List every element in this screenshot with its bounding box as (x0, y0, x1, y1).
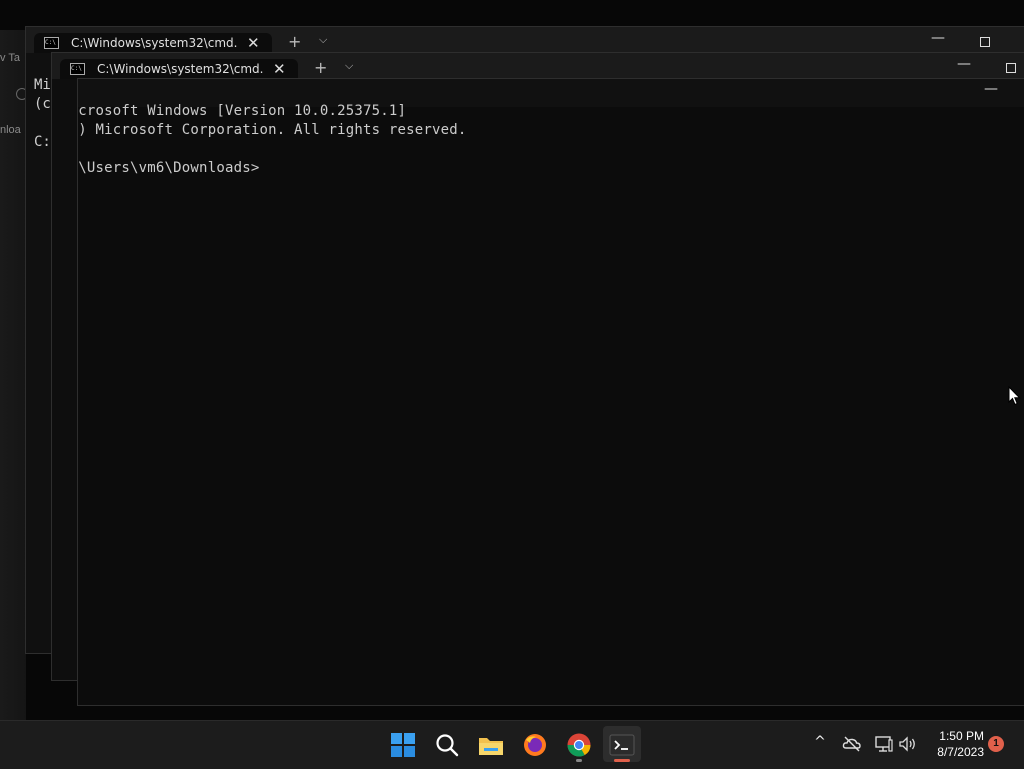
console-fragment: (c (34, 96, 51, 112)
console-fragment: Mi (34, 77, 51, 93)
search-icon[interactable] (433, 731, 461, 759)
tab-strip: C:\ C:\Windows\system32\cmd.e ✕ + ⌵ — (52, 53, 1024, 79)
close-tab-button[interactable]: ✕ (247, 34, 260, 52)
tab-title: C:\Windows\system32\cmd.e (97, 62, 263, 76)
maximize-button[interactable] (1006, 63, 1016, 73)
close-tab-button[interactable]: ✕ (273, 60, 286, 78)
cmd-icon: C:\ (44, 37, 59, 49)
tab-dropdown-button[interactable]: ⌵ (319, 33, 327, 47)
onedrive-offline-icon[interactable] (842, 734, 862, 754)
notification-badge[interactable]: 1 (988, 736, 1004, 752)
maximize-button[interactable] (980, 37, 990, 47)
cmd-icon: C:\ (70, 63, 85, 75)
terminal-tab[interactable]: C:\ C:\Windows\system32\cmd.e ✕ (60, 59, 298, 79)
start-icon[interactable] (389, 731, 417, 759)
mouse-cursor-icon (1008, 386, 1021, 406)
active-indicator (614, 759, 630, 762)
terminal-icon[interactable] (608, 731, 636, 759)
new-tab-button[interactable]: + (314, 58, 327, 77)
firefox-icon[interactable] (521, 731, 549, 759)
background-app-window[interactable]: v Ta nloa (0, 30, 28, 720)
console-fragment: C: (34, 134, 51, 150)
volume-icon[interactable] (898, 734, 918, 754)
command-prompt[interactable]: C:\Users\vm6\Downloads> (78, 160, 259, 176)
tab-strip: C:\ C:\Windows\system32\cmd.e ✕ + ⌵ — (26, 27, 1024, 53)
taskbar (0, 720, 1024, 769)
terminal-tab[interactable]: C:\ C:\Windows\system32\cmd.e ✕ (34, 33, 272, 53)
terminal-window-front[interactable]: — Microsoft Windows [Version 10.0.25375.… (77, 78, 1024, 706)
minimize-button[interactable]: — (984, 81, 998, 97)
tab-title: C:\Windows\system32\cmd.e (71, 36, 237, 50)
new-tab-button[interactable]: + (288, 32, 301, 51)
chrome-icon[interactable] (565, 731, 593, 759)
clock-date[interactable]: 8/7/2023 (922, 745, 984, 759)
clock-time[interactable]: 1:50 PM (922, 729, 984, 743)
tab-dropdown-button[interactable]: ⌵ (345, 59, 353, 73)
minimize-button[interactable]: — (957, 56, 971, 72)
network-icon[interactable] (874, 734, 894, 754)
file-explorer-icon[interactable] (477, 731, 505, 759)
console-line: (c) Microsoft Corporation. All rights re… (77, 122, 467, 138)
console-line: Microsoft Windows [Version 10.0.25375.1] (77, 103, 407, 119)
background-tab-text: v Ta (0, 52, 20, 64)
minimize-button[interactable]: — (931, 30, 945, 46)
running-indicator (576, 759, 582, 762)
tray-overflow-chevron-icon[interactable]: ^ (810, 734, 830, 754)
background-download-text: nloa (0, 124, 21, 136)
